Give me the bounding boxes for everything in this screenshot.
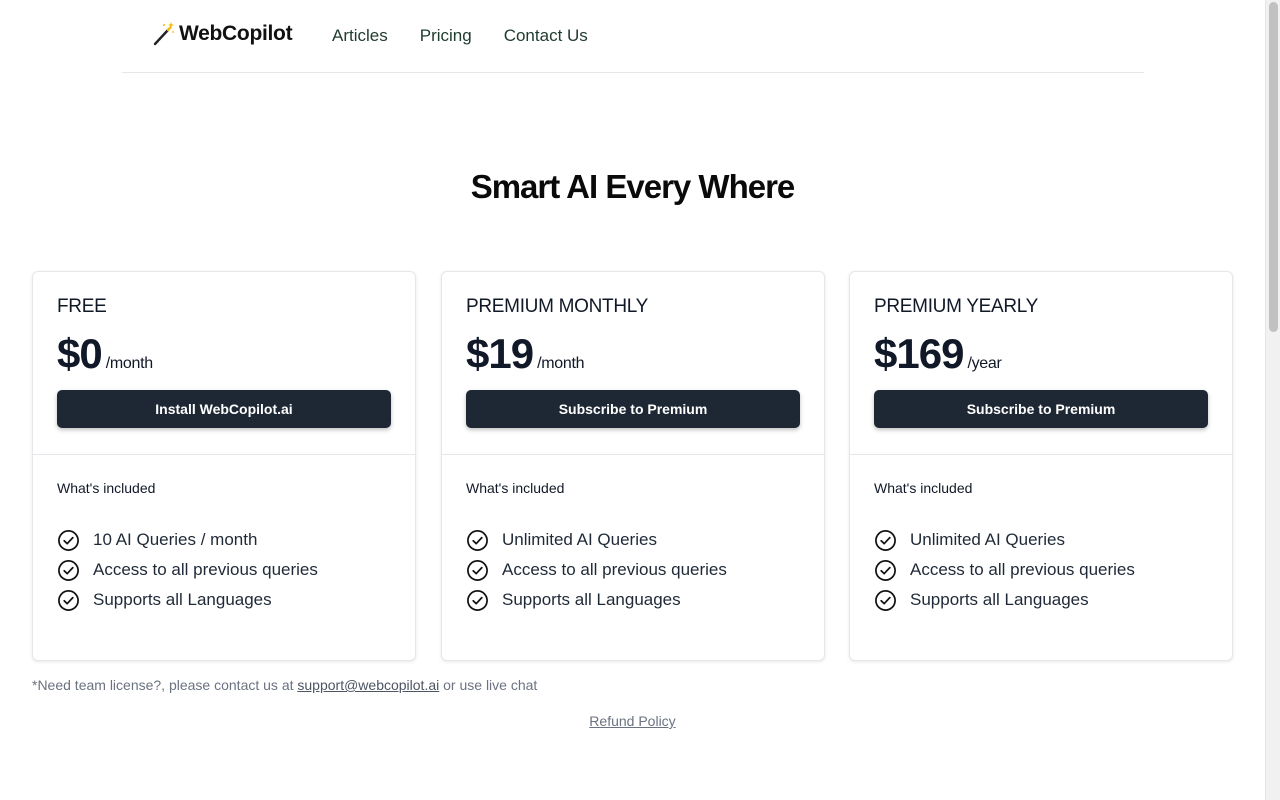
plan-card-features: What's included Unlimited AI Queries Acc…: [850, 455, 1232, 620]
check-circle-icon: [58, 589, 79, 611]
plan-card-premium-yearly: PREMIUM YEARLY $169 /year Subscribe to P…: [849, 271, 1233, 661]
refund-policy-row: Refund Policy: [0, 713, 1265, 729]
feature-item: Supports all Languages: [874, 580, 1208, 620]
feature-text: Access to all previous queries: [502, 560, 727, 579]
feature-text: Unlimited AI Queries: [502, 530, 657, 549]
plan-name: PREMIUM YEARLY: [874, 296, 1039, 317]
price-row: $169 /year: [874, 330, 1208, 378]
page-scrollbar[interactable]: [1265, 0, 1280, 800]
main-nav: Articles Pricing Contact Us: [332, 26, 588, 46]
plan-price: $169: [874, 330, 964, 377]
feature-list: Unlimited AI Queries Access to all previ…: [874, 520, 1208, 620]
whats-included-label: What's included: [57, 480, 156, 496]
plan-price: $19: [466, 330, 534, 377]
whats-included-label: What's included: [466, 480, 565, 496]
feature-text: 10 AI Queries / month: [93, 530, 258, 549]
feature-text: Supports all Languages: [502, 590, 681, 609]
check-circle-icon: [467, 529, 488, 551]
plan-card-premium-monthly: PREMIUM MONTHLY $19 /month Subscribe to …: [441, 271, 825, 661]
check-circle-icon: [875, 529, 896, 551]
feature-text: Supports all Languages: [93, 590, 272, 609]
plan-card-features: What's included Unlimited AI Queries Acc…: [442, 455, 824, 620]
check-circle-icon: [875, 559, 896, 581]
page-viewport: WebCopilot Articles Pricing Contact Us S…: [0, 0, 1265, 800]
logo-link[interactable]: WebCopilot: [153, 22, 293, 46]
plan-name: PREMIUM MONTHLY: [466, 296, 648, 317]
check-circle-icon: [467, 589, 488, 611]
check-circle-icon: [875, 589, 896, 611]
magic-wand-icon: [153, 22, 174, 46]
site-header: WebCopilot Articles Pricing Contact Us: [122, 0, 1144, 73]
feature-text: Supports all Languages: [910, 590, 1089, 609]
feature-item: Supports all Languages: [57, 580, 391, 620]
feature-item: Supports all Languages: [466, 580, 800, 620]
logo-text: WebCopilot: [179, 22, 293, 45]
feature-text: Access to all previous queries: [93, 560, 318, 579]
price-row: $19 /month: [466, 330, 800, 378]
feature-text: Access to all previous queries: [910, 560, 1135, 579]
note-suffix: or use live chat: [439, 677, 538, 693]
plan-name: FREE: [57, 296, 107, 317]
plan-period: /month: [105, 355, 153, 372]
plan-period: /month: [537, 355, 585, 372]
price-row: $0 /month: [57, 330, 391, 378]
scrollbar-thumb[interactable]: [1269, 2, 1278, 332]
whats-included-label: What's included: [874, 480, 973, 496]
plan-card-header: FREE $0 /month Install WebCopilot.ai: [33, 272, 415, 455]
plan-period: /year: [967, 355, 1002, 372]
plan-card-features: What's included 10 AI Queries / month Ac…: [33, 455, 415, 620]
nav-contact-us[interactable]: Contact Us: [504, 26, 588, 46]
install-button[interactable]: Install WebCopilot.ai: [57, 390, 391, 428]
nav-articles[interactable]: Articles: [332, 26, 388, 46]
feature-text: Unlimited AI Queries: [910, 530, 1065, 549]
subscribe-monthly-button[interactable]: Subscribe to Premium: [466, 390, 800, 428]
check-circle-icon: [58, 559, 79, 581]
check-circle-icon: [58, 529, 79, 551]
check-circle-icon: [467, 559, 488, 581]
plan-price: $0: [57, 330, 103, 377]
subscribe-yearly-button[interactable]: Subscribe to Premium: [874, 390, 1208, 428]
feature-list: Unlimited AI Queries Access to all previ…: [466, 520, 800, 620]
support-email-link[interactable]: support@webcopilot.ai: [297, 677, 439, 693]
plan-card-header: PREMIUM MONTHLY $19 /month Subscribe to …: [442, 272, 824, 455]
page-title: Smart AI Every Where: [470, 168, 796, 205]
team-license-note: *Need team license?, please contact us a…: [32, 677, 537, 693]
plan-card-header: PREMIUM YEARLY $169 /year Subscribe to P…: [850, 272, 1232, 455]
refund-policy-link[interactable]: Refund Policy: [589, 713, 675, 729]
nav-pricing[interactable]: Pricing: [420, 26, 472, 46]
plan-card-free: FREE $0 /month Install WebCopilot.ai Wha…: [32, 271, 416, 661]
feature-list: 10 AI Queries / month Access to all prev…: [57, 520, 391, 620]
note-prefix: *Need team license?, please contact us a…: [32, 677, 298, 693]
